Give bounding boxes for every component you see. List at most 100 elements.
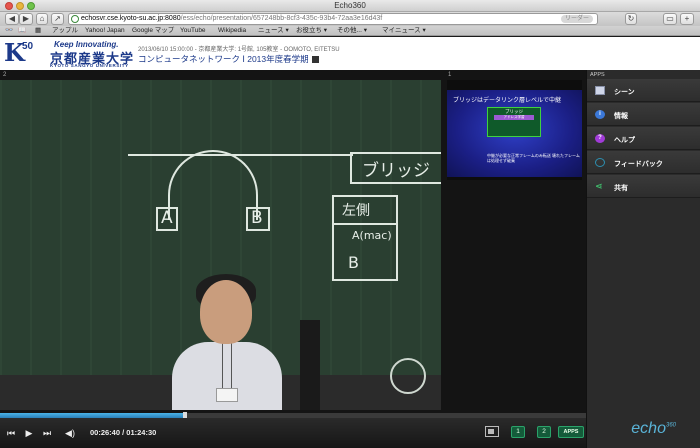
bookmark-useful-menu[interactable]: お役立ち ▾ [296, 27, 327, 35]
chalk-line [128, 154, 353, 156]
apps-item-share[interactable]: ⋖ 共有 [587, 175, 700, 198]
forward-button[interactable]: ▶ [19, 13, 33, 25]
bookmark-youtube[interactable]: YouTube [180, 27, 206, 35]
echo360-logo: echo360 [631, 420, 676, 438]
lecture-meta: 2013/06/10 15:00:00 - 京都産業大学: 1号館, 105教室… [138, 47, 340, 53]
chalk-arc [168, 150, 258, 220]
help-icon: ? [595, 134, 605, 143]
university-emblem [390, 358, 426, 394]
lecturer [172, 274, 282, 410]
speaker-icon: ◀) [65, 428, 75, 438]
player-controls: ⏮ ▶ ⏭ ◀) 00:26:40 / 01:24:30 1 2 APPS [0, 418, 586, 448]
chalk-letter-b: B [251, 208, 263, 228]
apps-item-label: シーン [614, 89, 635, 96]
stream-2-button[interactable]: 2 [537, 426, 551, 438]
feedback-icon [595, 158, 605, 167]
url-path: /ess/echo/presentation/657248bb-8cf3-435… [180, 15, 383, 22]
refresh-icon: ↻ [627, 14, 635, 23]
fast-forward-icon: ⏭ [42, 428, 52, 438]
chalk-bridge-text: ブリッジ [362, 161, 430, 181]
anniversary-50-mark: 50 [22, 41, 34, 52]
refresh-button[interactable]: ↻ [625, 13, 637, 25]
bookmark-google-maps[interactable]: Google マップ [132, 27, 174, 35]
left-stream-label: 2 [3, 72, 7, 78]
play-button[interactable]: ▶ [22, 427, 36, 439]
apps-item-label: 情報 [614, 113, 628, 120]
slide-bridge-box: ブリッジ アドレス学習 [487, 107, 541, 137]
chalk-b-entry: B [348, 253, 359, 272]
title-bar: Echo360 [0, 0, 700, 12]
apps-panel: APPS シーン i 情報 ? ヘルプ フィードバック ⋖ 共有 echo360 [586, 70, 700, 448]
play-icon: ▶ [25, 428, 33, 438]
url-host: echosvr.cse.kyoto-su.ac.jp:8080 [81, 15, 181, 22]
apps-item-help[interactable]: ? ヘルプ [587, 127, 700, 150]
fast-forward-button[interactable]: ⏭ [40, 427, 54, 439]
reader-button[interactable]: リーダー [560, 15, 593, 23]
lecturer-badge [216, 388, 238, 402]
bookmark-other-menu[interactable]: その他... ▾ [337, 27, 367, 35]
chalk-left-side: 左側 [342, 203, 370, 219]
apps-panel-label: APPS [590, 72, 605, 78]
lecturer-video[interactable]: ブリッジ A B 左側 A(mac) B [0, 80, 441, 410]
course-title: コンピュータネットワーク Ⅰ 2013年度春学期 [138, 53, 319, 65]
plus-icon: + [684, 14, 690, 23]
top-sites-icon[interactable]: ▦ [35, 27, 41, 35]
chalk-table-divider [334, 223, 396, 225]
tabs-icon: ▭ [666, 14, 674, 23]
timecode: 00:26:40 / 01:24:30 [90, 428, 157, 437]
microphone-stand [300, 320, 320, 410]
chalk-a-mac: A(mac) [352, 229, 392, 242]
university-name-en: KYOTO SANGYO UNIVERSITY [50, 63, 129, 68]
right-stream-label: 1 [448, 72, 452, 78]
lecturer-head [200, 280, 252, 344]
bookmark-wikipedia[interactable]: Wikipedia [218, 27, 246, 35]
apps-item-label: 共有 [614, 185, 628, 192]
chalk-letter-a: A [161, 208, 173, 228]
stream-1-button[interactable]: 1 [511, 426, 525, 438]
bookmarks-book-icon[interactable]: 📖 [18, 27, 26, 35]
back-button[interactable]: ◀ [5, 13, 19, 25]
echo-logo-text: echo [631, 420, 666, 437]
apps-item-info[interactable]: i 情報 [587, 103, 700, 126]
lecturer-lanyard [222, 342, 232, 392]
forward-arrow-icon: ▶ [22, 14, 30, 23]
share-page-button[interactable]: ↗ [51, 13, 64, 25]
volume-button[interactable]: ◀) [63, 427, 77, 439]
address-bar[interactable]: echosvr.cse.kyoto-su.ac.jp:8080/ess/echo… [68, 13, 598, 25]
window-title: Echo360 [334, 1, 366, 10]
site-security-icon [71, 15, 79, 23]
tab-overview-button[interactable]: ▭ [663, 13, 677, 25]
bookmark-news-menu[interactable]: ニュース ▾ [258, 27, 289, 35]
lecture-slide: ブリッジはデータリンク層レベルで中継 ブリッジ アドレス学習 中継が必要な正常フ… [447, 90, 582, 177]
screen-icon [595, 86, 605, 95]
external-link-icon[interactable] [311, 56, 319, 63]
reading-list-icon[interactable]: 👓 [5, 27, 13, 35]
rewind-button[interactable]: ⏮ [4, 427, 18, 439]
slide-title: ブリッジはデータリンク層レベルで中継 [453, 98, 562, 104]
bookmark-apple[interactable]: アップル [52, 27, 78, 35]
bookmark-my-news-menu[interactable]: マイニュース ▾ [382, 27, 426, 35]
apps-item-label: ヘルプ [614, 137, 635, 144]
browser-toolbar: ◀ ▶ ⌂ ↗ echosvr.cse.kyoto-su.ac.jp:8080/… [0, 12, 700, 26]
home-icon: ⌂ [39, 14, 45, 23]
browser-window: Echo360 ◀ ▶ ⌂ ↗ echosvr.cse.kyoto-su.ac.… [0, 0, 700, 448]
rewind-icon: ⏮ [6, 428, 16, 438]
apps-toggle-button[interactable]: APPS [558, 426, 584, 438]
chalk-table: 左側 A(mac) B [332, 195, 398, 281]
apps-item-feedback[interactable]: フィードバック [587, 151, 700, 174]
share-arrow-icon: ↗ [54, 14, 61, 23]
layout-toggle-icon[interactable] [485, 426, 499, 437]
echo-logo-sup: 360 [665, 422, 676, 429]
bookmarks-bar: 👓 📖 ▦ アップル Yahoo! Japan Google マップ YouTu… [0, 26, 700, 36]
share-icon: ⋖ [595, 181, 603, 191]
home-button[interactable]: ⌂ [36, 13, 48, 25]
new-tab-button[interactable]: + [680, 13, 694, 25]
presentation-header: K 50 Keep Innovating. 京都産業大学 KYOTO SANGY… [0, 37, 700, 70]
slide-address-learning: アドレス学習 [494, 115, 534, 120]
apps-item-scenes[interactable]: シーン [587, 79, 700, 102]
slide-video[interactable]: ブリッジはデータリンク層レベルで中継 ブリッジ アドレス学習 中継が必要な正常フ… [447, 80, 582, 180]
slide-note: 中継が必要な正常フレームのみ転送 壊れたフレームは処理せず破棄 [487, 153, 580, 163]
back-arrow-icon: ◀ [8, 14, 16, 23]
bookmark-yahoo-japan[interactable]: Yahoo! Japan [85, 27, 125, 35]
course-title-text: コンピュータネットワーク Ⅰ 2013年度春学期 [138, 54, 309, 64]
